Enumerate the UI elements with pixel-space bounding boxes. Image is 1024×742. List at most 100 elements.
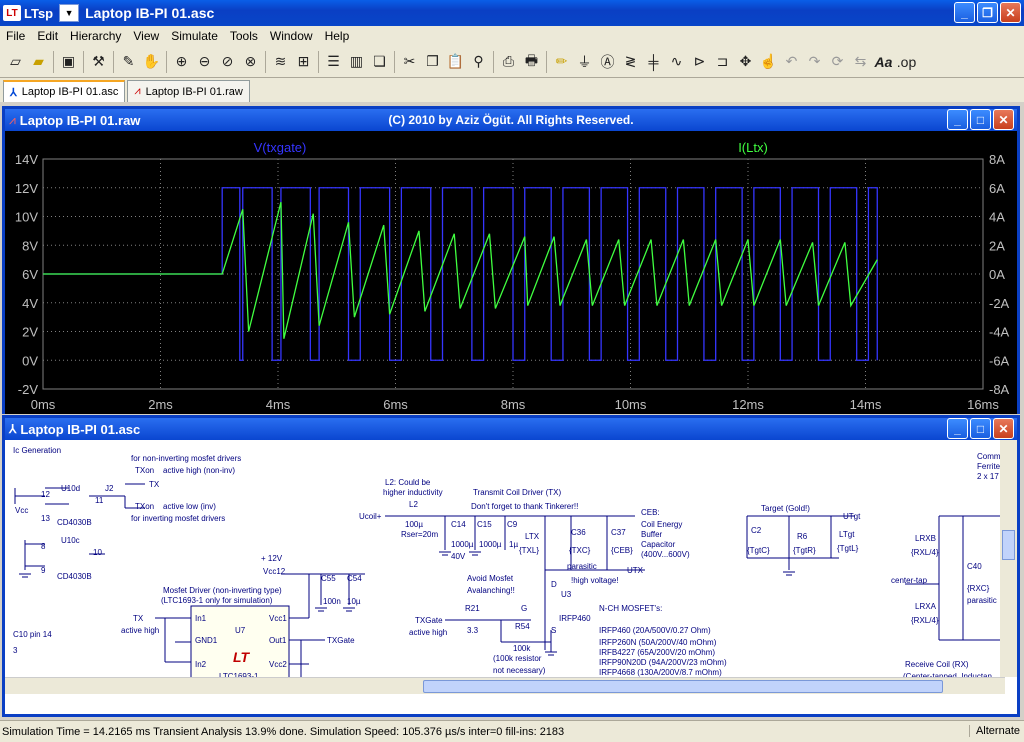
properties-icon[interactable]: ⚒ bbox=[88, 51, 110, 73]
waveform-icon: ⩘ bbox=[134, 85, 141, 97]
ground-icon[interactable]: ⏚ bbox=[574, 51, 596, 73]
y-right-tick-label: 4A bbox=[989, 210, 1005, 225]
menu-window[interactable]: Window bbox=[264, 29, 319, 43]
schematic-label: U7 bbox=[235, 626, 246, 635]
schematic-label: C10 pin 14 bbox=[13, 630, 52, 639]
label-net-icon[interactable]: Ⓐ bbox=[597, 51, 619, 73]
menu-edit[interactable]: Edit bbox=[31, 29, 64, 43]
menu-file[interactable]: File bbox=[0, 29, 31, 43]
drag-icon[interactable]: ☝ bbox=[758, 51, 780, 73]
capacitor-icon[interactable]: ╪ bbox=[643, 51, 665, 73]
schematic-label: (100k resistor bbox=[493, 654, 542, 663]
schematic-label: 3 bbox=[13, 646, 18, 655]
menu-help[interactable]: Help bbox=[319, 29, 356, 43]
schematic-label: active high bbox=[409, 628, 448, 637]
tab-schematic[interactable]: ⅄ Laptop IB-PI 01.asc bbox=[3, 80, 126, 102]
zoom-fit-icon[interactable]: ⊗ bbox=[240, 51, 262, 73]
menu-view[interactable]: View bbox=[127, 29, 165, 43]
y-right-tick-label: -4A bbox=[989, 325, 1010, 340]
horizontal-scrollbar[interactable] bbox=[5, 677, 1005, 694]
y-right-tick-label: -2A bbox=[989, 296, 1010, 311]
minimize-button[interactable]: _ bbox=[954, 2, 975, 23]
schematic-label: Don't forget to thank Tinkerer!! bbox=[471, 502, 579, 511]
schematic-window-controls: _ □ ✕ bbox=[947, 418, 1014, 439]
tile-horizontal-icon[interactable]: ☰ bbox=[323, 51, 345, 73]
minimize-button[interactable]: _ bbox=[947, 109, 968, 130]
schematic-label: 100n bbox=[323, 597, 341, 606]
print-preview-icon[interactable]: ⎙ bbox=[498, 51, 520, 73]
horizontal-scroll-thumb[interactable] bbox=[423, 680, 943, 693]
tile-vertical-icon[interactable]: ▥ bbox=[346, 51, 368, 73]
diode-icon[interactable]: ⊳ bbox=[689, 51, 711, 73]
schematic-label: center-tap bbox=[891, 576, 928, 585]
resistor-icon[interactable]: ≷ bbox=[620, 51, 642, 73]
y-right-tick-label: 2A bbox=[989, 238, 1005, 253]
menu-simulate[interactable]: Simulate bbox=[165, 29, 224, 43]
schematic-label: L2: Could be bbox=[385, 478, 431, 487]
maximize-button[interactable]: □ bbox=[970, 418, 991, 439]
schematic-label: Avoid Mosfet bbox=[467, 574, 514, 583]
schematic-canvas[interactable]: LT Ic Generation for non-inverting mosfet… bbox=[5, 440, 1017, 694]
close-button[interactable]: ✕ bbox=[993, 418, 1014, 439]
schematic-label: U10c bbox=[61, 536, 80, 545]
menu-tools[interactable]: Tools bbox=[224, 29, 264, 43]
grid-icon[interactable]: ⊞ bbox=[293, 51, 315, 73]
pan-hand-icon[interactable]: ✋ bbox=[141, 51, 163, 73]
waveform-chart[interactable]: 0ms 2ms 4ms 6ms 8ms 10ms 12ms 14ms 16ms 14V 12V 10V… bbox=[5, 131, 1017, 414]
mirror-icon[interactable]: ⇆ bbox=[850, 51, 872, 73]
schematic-label: LRXA bbox=[915, 602, 936, 611]
window-menu-dropdown[interactable]: ▼ bbox=[59, 4, 80, 22]
schematic-label: 3.3 bbox=[467, 626, 479, 635]
inductor-icon[interactable]: ∿ bbox=[666, 51, 688, 73]
close-button[interactable]: ✕ bbox=[1000, 2, 1021, 23]
spice-directive-icon[interactable]: .op bbox=[896, 51, 918, 73]
minimize-button[interactable]: _ bbox=[947, 418, 968, 439]
text-icon[interactable]: Aa bbox=[873, 51, 895, 73]
schematic-label: Ic Generation bbox=[13, 446, 62, 455]
schematic-label: C9 bbox=[507, 520, 518, 529]
schematic-label: for inverting mosfet drivers bbox=[131, 514, 226, 523]
vertical-scrollbar[interactable] bbox=[1000, 440, 1017, 677]
probe-icon[interactable]: ✎ bbox=[118, 51, 140, 73]
schematic-label: active low (inv) bbox=[163, 502, 216, 511]
tab-waveform[interactable]: ⩘ Laptop IB-PI 01.raw bbox=[127, 80, 250, 102]
schematic-label: TXon bbox=[135, 466, 155, 475]
find-icon[interactable]: ⚲ bbox=[468, 51, 490, 73]
vertical-scroll-thumb[interactable] bbox=[1002, 530, 1015, 560]
zoom-in-icon[interactable]: ⊕ bbox=[171, 51, 193, 73]
zoom-back-icon[interactable]: ⊘ bbox=[217, 51, 239, 73]
cut-icon[interactable]: ✂ bbox=[399, 51, 421, 73]
component-icon[interactable]: ⊐ bbox=[712, 51, 734, 73]
x-tick-label: 8ms bbox=[501, 397, 526, 412]
waveform-icon: ⩘ bbox=[9, 112, 16, 127]
new-schematic-icon[interactable]: ▱ bbox=[5, 51, 27, 73]
print-icon[interactable]: 🖶 bbox=[521, 51, 543, 73]
copy-icon[interactable]: ❐ bbox=[422, 51, 444, 73]
draw-wire-icon[interactable]: ✏ bbox=[551, 51, 573, 73]
schematic-label: Coil Energy bbox=[641, 520, 683, 529]
menu-hierarchy[interactable]: Hierarchy bbox=[64, 29, 127, 43]
schematic-label: 1000µ bbox=[479, 540, 502, 549]
cascade-icon[interactable]: ❏ bbox=[369, 51, 391, 73]
redo-icon[interactable]: ↷ bbox=[804, 51, 826, 73]
schematic-label: parasitic bbox=[967, 596, 997, 605]
undo-icon[interactable]: ↶ bbox=[781, 51, 803, 73]
schematic-label: Transmit Coil Driver (TX) bbox=[473, 488, 562, 497]
close-button[interactable]: ✕ bbox=[993, 109, 1014, 130]
restore-button[interactable]: ❐ bbox=[977, 2, 998, 23]
schematic-label: 8 bbox=[41, 542, 46, 551]
move-icon[interactable]: ✥ bbox=[735, 51, 757, 73]
rotate-icon[interactable]: ⟳ bbox=[827, 51, 849, 73]
schematic-label: {CEB} bbox=[611, 546, 633, 555]
schematic-label: !high voltage! bbox=[571, 576, 619, 585]
autorange-icon[interactable]: ≋ bbox=[270, 51, 292, 73]
maximize-button[interactable]: □ bbox=[970, 109, 991, 130]
schematic-label: {TXL} bbox=[519, 546, 540, 555]
waveform-window-titlebar: ⩘ Laptop IB-PI 01.raw (C) 2010 by Aziz Ö… bbox=[5, 109, 1017, 131]
save-icon[interactable]: ▣ bbox=[58, 51, 80, 73]
paste-icon[interactable]: 📋 bbox=[445, 51, 467, 73]
zoom-out-icon[interactable]: ⊖ bbox=[194, 51, 216, 73]
series-label-iltx: I(Ltx) bbox=[738, 140, 768, 155]
open-folder-icon[interactable]: ▰ bbox=[28, 51, 50, 73]
waveform-plot-area[interactable]: 0ms 2ms 4ms 6ms 8ms 10ms 12ms 14ms 16ms 14V 12V 10V… bbox=[5, 131, 1017, 414]
